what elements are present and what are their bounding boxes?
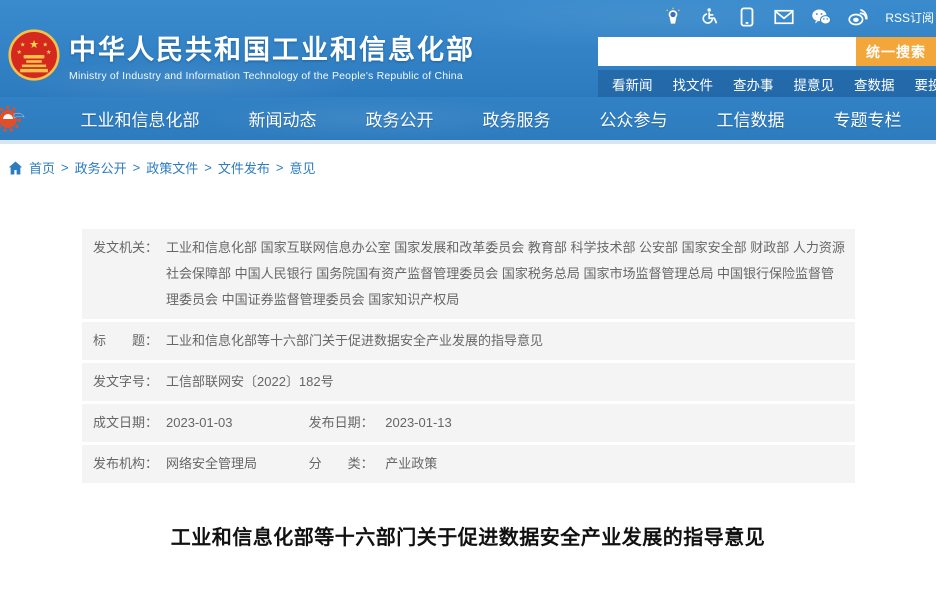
- breadcrumb-item: > 政务公开: [55, 158, 127, 177]
- breadcrumb-separator: >: [133, 160, 141, 175]
- breadcrumb-separator: >: [276, 160, 284, 175]
- breadcrumb: > 首页 > 政务公开 > 政策文件 > 文件发布 > 意见: [0, 144, 936, 177]
- assistant-robot-icon[interactable]: [663, 7, 683, 27]
- nav-item[interactable]: 政务服务: [483, 106, 551, 131]
- meta-value: 工信部联网安〔2022〕182号: [166, 369, 334, 395]
- meta-row: 成文日期： 2023-01-03 发布日期： 2023-01-13: [82, 404, 855, 442]
- meta-value: 工业和信息化部 国家互联网信息办公室 国家发展和改革委员会 教育部 科学技术部 …: [166, 240, 845, 307]
- wechat-icon[interactable]: [811, 7, 831, 27]
- weibo-icon[interactable]: [848, 7, 868, 27]
- mail-icon[interactable]: [774, 7, 794, 27]
- meta-value-2: 产业政策: [385, 456, 437, 471]
- meta-row: 标 题： 工业和信息化部等十六部门关于促进数据安全产业发展的指导意见: [82, 322, 855, 360]
- meta-label: 成文日期：: [93, 410, 166, 436]
- quick-links: 看新闻找文件查办事提意见查数据要投诉: [598, 70, 936, 97]
- national-emblem-icon: ★ ★ ★ ★ ★: [8, 29, 60, 81]
- search-area: 统一搜索 看新闻找文件查办事提意见查数据要投诉: [598, 37, 936, 97]
- meta-value: 2023-01-03: [166, 410, 305, 436]
- nav-item[interactable]: 专题专栏: [834, 106, 902, 131]
- meta-label-2: 发布日期：: [309, 410, 382, 436]
- mobile-icon[interactable]: [737, 7, 757, 27]
- meta-label: 发布机构：: [93, 451, 166, 477]
- quick-link[interactable]: 查数据: [844, 74, 905, 94]
- nav-item[interactable]: 公众参与: [600, 106, 668, 131]
- svg-text:★: ★: [29, 39, 39, 51]
- svg-text:★: ★: [43, 41, 49, 48]
- accessibility-icon[interactable]: [700, 7, 720, 27]
- search-input[interactable]: [598, 37, 856, 66]
- site-title: 中华人民共和国工业和信息化部: [69, 28, 475, 67]
- quick-link[interactable]: 找文件: [663, 74, 724, 94]
- meta-row: 发文机关： 工业和信息化部 国家互联网信息办公室 国家发展和改革委员会 教育部 …: [82, 229, 855, 319]
- nav-items: 工业和信息化部 新闻动态 政务公开 政务服务 公众参与 工信数据 专题专栏: [28, 106, 936, 131]
- quick-link[interactable]: 提意见: [784, 74, 845, 94]
- nav-item[interactable]: 工信数据: [717, 106, 785, 131]
- home-icon[interactable]: [8, 161, 23, 175]
- meta-row: 发布机构： 网络安全管理局 分 类： 产业政策: [82, 445, 855, 483]
- meta-label: 标 题：: [93, 328, 166, 354]
- topbar: RSS订阅: [663, 4, 936, 30]
- breadcrumb-item: > 政策文件: [127, 158, 199, 177]
- site-subtitle: Ministry of Industry and Information Tec…: [69, 70, 475, 82]
- document-meta-table: 发文机关： 工业和信息化部 国家互联网信息办公室 国家发展和改革委员会 教育部 …: [82, 229, 855, 483]
- svg-text:★: ★: [20, 41, 26, 48]
- svg-text:★: ★: [17, 49, 23, 56]
- meta-label: 发文字号：: [93, 369, 166, 395]
- meta-label-2: 分 类：: [309, 451, 382, 477]
- svg-text:★: ★: [46, 49, 52, 56]
- meta-row: 发文字号： 工信部联网安〔2022〕182号: [82, 363, 855, 401]
- meta-label: 发文机关：: [93, 235, 166, 313]
- nav-item[interactable]: 政务公开: [366, 106, 434, 131]
- article-title: 工业和信息化部等十六部门关于促进数据安全产业发展的指导意见: [0, 521, 936, 550]
- breadcrumb-separator: >: [61, 160, 69, 175]
- main-nav: 工业和信息化部 新闻动态 政务公开 政务服务 公众参与 工信数据 专题专栏: [0, 97, 936, 144]
- breadcrumb-item: > 文件发布: [198, 158, 270, 177]
- quick-link[interactable]: 要投诉: [905, 74, 936, 94]
- quick-link[interactable]: 看新闻: [602, 74, 663, 94]
- meta-value: 网络安全管理局: [166, 451, 305, 477]
- rss-link[interactable]: RSS订阅: [885, 9, 934, 26]
- site-header: RSS订阅 ★ ★ ★ ★ ★ 中华人民共和国工业和信息化部 Ministry …: [0, 0, 936, 97]
- breadcrumb-item: > 意见: [270, 158, 316, 177]
- meta-value-2: 2023-01-13: [385, 415, 452, 430]
- quick-link[interactable]: 查办事: [723, 74, 784, 94]
- brand: ★ ★ ★ ★ ★ 中华人民共和国工业和信息化部 Ministry of Ind…: [8, 28, 475, 82]
- breadcrumb-separator: >: [204, 160, 212, 175]
- nav-item[interactable]: 新闻动态: [249, 106, 317, 131]
- unified-search-button[interactable]: 统一搜索: [856, 37, 936, 66]
- breadcrumb-item: > 首页: [29, 158, 55, 177]
- gov-e-logo-icon: [0, 101, 28, 137]
- nav-item[interactable]: 工业和信息化部: [81, 106, 200, 131]
- meta-value: 工业和信息化部等十六部门关于促进数据安全产业发展的指导意见: [166, 328, 543, 354]
